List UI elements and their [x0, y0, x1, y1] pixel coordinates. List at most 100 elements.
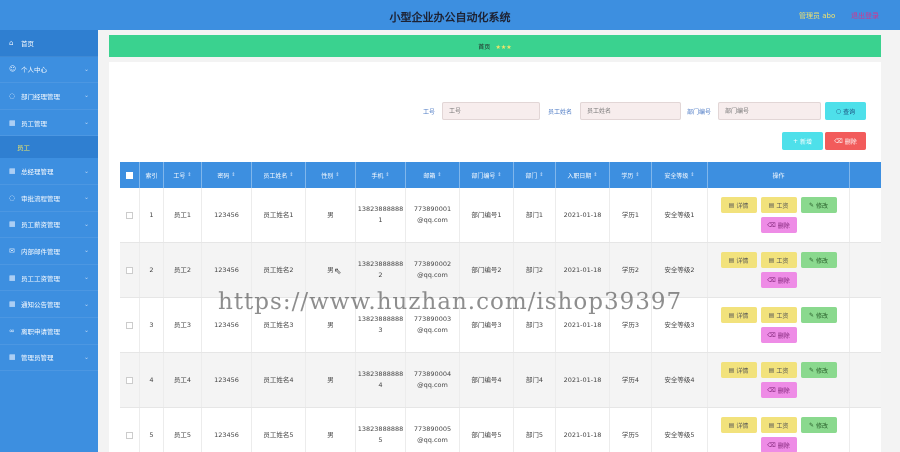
column-header[interactable]: 学历 ⇕ [610, 162, 652, 188]
delete-button[interactable]: ⌫ 删除 [760, 327, 797, 343]
cell-id: 员工4 [164, 353, 202, 407]
edit-button[interactable]: ✎ 修改 [800, 197, 837, 213]
dept-no-input[interactable] [718, 102, 821, 120]
document-icon: ▤ [768, 421, 775, 429]
detail-button[interactable]: ▤ 详情 [720, 362, 757, 378]
edit-button[interactable]: ✎ 修改 [800, 252, 837, 268]
query-button[interactable]: ○ 查询 [825, 102, 866, 120]
cell-dept: 部门4 [514, 353, 556, 407]
column-header[interactable]: 员工姓名 ⇕ [252, 162, 306, 188]
cell-phone: 13823888888 3 [356, 298, 406, 352]
column-header[interactable]: 性别 ⇕ [306, 162, 356, 188]
sidebar-item-8[interactable]: ▦ 员工工资管理 ⌄ [0, 265, 98, 292]
column-header[interactable]: 安全等级 ⇕ [652, 162, 708, 188]
sort-icon: ⇕ [187, 172, 192, 178]
delete-button[interactable]: ⌫ 删除 [760, 272, 797, 288]
cell-dept: 部门2 [514, 243, 556, 297]
column-header[interactable]: 手机 ⇕ [356, 162, 406, 188]
edit-button-label: 修改 [816, 202, 829, 210]
detail-button[interactable]: ▤ 详情 [720, 417, 757, 433]
delete-button[interactable]: ⌫ 删除 [760, 217, 797, 233]
cell-sex: 男 [306, 188, 356, 242]
sidebar-subitem-employee[interactable]: 员工 [0, 136, 98, 159]
sidebar-item-5[interactable]: ◌ 审批流程管理 ⌄ [0, 185, 98, 212]
column-header[interactable]: 入职日期 ⇕ [556, 162, 610, 188]
salary-button[interactable]: ▤ 工资 [760, 362, 797, 378]
grid-icon: ▦ [9, 118, 16, 127]
edit-button[interactable]: ✎ 修改 [800, 362, 837, 378]
row-actions: ▤ 详情 ▤ 工资 ✎ 修改 ⌫ 删除 [708, 353, 850, 407]
document-icon: ▤ [768, 256, 775, 264]
row-checkbox[interactable] [120, 298, 140, 352]
breadcrumb: 首页 ★★★ [109, 35, 881, 57]
grid-icon: ▦ [9, 300, 16, 309]
sidebar-item-7[interactable]: ✉ 内部邮件管理 ⌄ [0, 238, 98, 265]
sidebar-item-label: 首页 [21, 39, 34, 48]
search-icon: ○ [835, 107, 842, 115]
cell-dept_no: 部门编号4 [460, 353, 514, 407]
sidebar-item-10[interactable]: ∞ 离职申请管理 ⌄ [0, 318, 98, 345]
add-button-label: 新增 [800, 138, 813, 146]
cell-level: 安全等级5 [652, 408, 708, 452]
detail-button-label: 详情 [736, 422, 749, 430]
employee-id-input[interactable] [442, 102, 540, 120]
cell-dept: 部门3 [514, 298, 556, 352]
dept-no-label: 部门编号 [687, 109, 712, 116]
sidebar-item-9[interactable]: ▦ 通知公告管理 ⌄ [0, 291, 98, 318]
employee-name-input[interactable] [580, 102, 681, 120]
sidebar-item-0[interactable]: ⌂ 首页 [0, 30, 98, 57]
cell-name: 员工姓名3 [252, 298, 306, 352]
detail-button[interactable]: ▤ 详情 [720, 252, 757, 268]
sort-icon: ⇕ [539, 172, 544, 178]
bulk-delete-button[interactable]: ⌫ 删除 [825, 132, 866, 150]
column-header-label: 工号 [173, 172, 186, 180]
sidebar-item-6[interactable]: ▦ 员工薪资管理 ⌄ [0, 212, 98, 239]
column-header-label: 安全等级 [664, 172, 689, 180]
column-header[interactable]: 邮箱 ⇕ [406, 162, 460, 188]
salary-button[interactable]: ▤ 工资 [760, 417, 797, 433]
logout-link[interactable]: 退出登录 [851, 11, 879, 21]
sidebar-item-1[interactable]: ☺ 个人中心 ⌄ [0, 57, 98, 84]
detail-button[interactable]: ▤ 详情 [720, 197, 757, 213]
checkbox-icon [126, 376, 133, 384]
document-icon: ▤ [768, 201, 775, 209]
row-checkbox[interactable] [120, 243, 140, 297]
chevron-down-icon: ⌄ [83, 327, 89, 335]
chevron-down-icon: ⌄ [83, 194, 89, 202]
select-all-checkbox[interactable] [120, 162, 140, 188]
column-header[interactable]: 密码 ⇕ [202, 162, 252, 188]
delete-button[interactable]: ⌫ 删除 [760, 437, 797, 452]
document-icon: ▤ [728, 311, 735, 319]
column-header-label: 性别 [321, 172, 334, 180]
sidebar-item-11[interactable]: ▦ 管理员管理 ⌄ [0, 345, 98, 372]
column-header[interactable]: 工号 ⇕ [164, 162, 202, 188]
row-checkbox[interactable] [120, 353, 140, 407]
salary-button[interactable]: ▤ 工资 [760, 307, 797, 323]
sidebar-item-3[interactable]: ▦ 员工管理 ⌄ [0, 110, 98, 137]
row-checkbox[interactable] [120, 408, 140, 452]
delete-button[interactable]: ⌫ 删除 [760, 382, 797, 398]
salary-button[interactable]: ▤ 工资 [760, 197, 797, 213]
detail-button[interactable]: ▤ 详情 [720, 307, 757, 323]
grid-icon: ▦ [9, 167, 16, 176]
sidebar-item-label: 个人中心 [21, 66, 47, 75]
table-row: 5 员工5 123456 员工姓名5 男 13823888888 5 773890005 @… [120, 408, 881, 452]
trash-icon: ⌫ [767, 331, 776, 339]
add-button[interactable]: + 新增 [782, 132, 823, 150]
sidebar-item-4[interactable]: ▦ 总经理管理 ⌄ [0, 158, 98, 185]
cell-dept_no: 部门编号1 [460, 188, 514, 242]
breadcrumb-label[interactable]: 首页 [478, 44, 490, 51]
column-header[interactable]: 部门 ⇕ [514, 162, 556, 188]
column-header[interactable]: 索引 [140, 162, 164, 188]
cell-edu: 学历4 [610, 353, 652, 407]
sidebar-item-2[interactable]: ◌ 部门经理管理 ⌄ [0, 83, 98, 110]
salary-button-label: 工资 [776, 202, 789, 210]
salary-button[interactable]: ▤ 工资 [760, 252, 797, 268]
column-header[interactable]: 部门编号 ⇕ [460, 162, 514, 188]
cell-date: 2021-01-18 [556, 188, 610, 242]
edit-button[interactable]: ✎ 修改 [800, 417, 837, 433]
edit-button-label: 修改 [816, 257, 829, 265]
row-checkbox[interactable] [120, 188, 140, 242]
link-icon: ∞ [9, 326, 15, 335]
edit-button[interactable]: ✎ 修改 [800, 307, 837, 323]
